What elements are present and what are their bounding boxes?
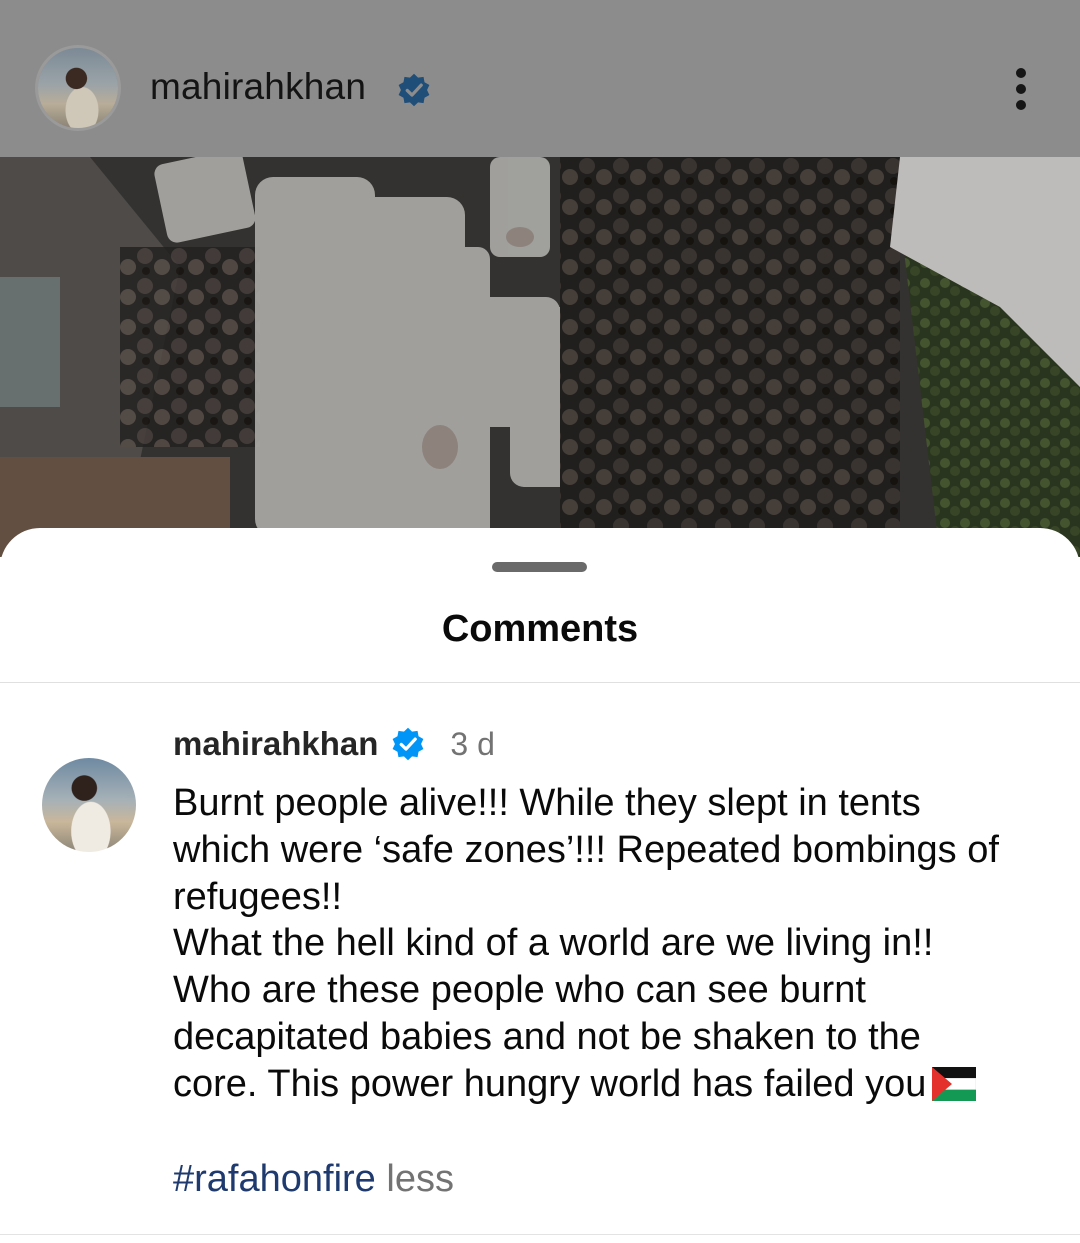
post-photo xyxy=(0,157,1080,557)
comment-line: refugees!! xyxy=(173,875,342,918)
palestine-flag-icon xyxy=(932,1066,977,1101)
comment-line: which were ‘safe zones’!!! Repeated bomb… xyxy=(173,828,999,871)
sheet-drag-handle[interactable] xyxy=(492,562,587,572)
comment-line: decapitated babies and not be shaken to … xyxy=(173,1015,921,1058)
more-vertical-icon[interactable] xyxy=(1010,66,1034,112)
comment-timestamp: 3 d xyxy=(450,725,495,762)
comment-username[interactable]: mahirahkhan xyxy=(173,725,378,763)
comments-sheet: Comments mahirahkhan 3 d Burnt people al… xyxy=(0,528,1080,1243)
comment-line-with-flag: core. This power hungry world has failed… xyxy=(173,1061,1053,1108)
verified-badge-icon xyxy=(398,73,430,107)
sheet-divider xyxy=(0,682,1080,683)
post-author-username[interactable]: mahirahkhan xyxy=(150,66,366,108)
show-less-button[interactable]: less xyxy=(386,1158,454,1200)
post-image[interactable] xyxy=(0,157,1080,557)
comment-line: core. This power hungry world has failed… xyxy=(173,1062,927,1105)
sheet-title: Comments xyxy=(441,608,639,650)
verified-badge-icon xyxy=(393,727,424,761)
comment-bottom-divider xyxy=(0,1234,1080,1235)
comment-line: Burnt people alive!!! While they slept i… xyxy=(173,782,921,824)
hashtag-link[interactable]: #rafahonfire xyxy=(173,1158,376,1200)
comment-line: Who are these people who can see burnt xyxy=(173,969,866,1012)
comment-hashtag-line: #rafahonfire less xyxy=(173,1156,454,1202)
comment-header: mahirahkhan 3 d xyxy=(173,724,495,764)
post-author-avatar[interactable] xyxy=(38,48,118,128)
comment-line: What the hell kind of a world are we liv… xyxy=(173,922,934,965)
comment-author-avatar[interactable] xyxy=(42,758,136,852)
post-header: mahirahkhan xyxy=(0,0,1080,157)
comment-text: Burnt people alive!!! While they slept i… xyxy=(173,780,1053,1108)
